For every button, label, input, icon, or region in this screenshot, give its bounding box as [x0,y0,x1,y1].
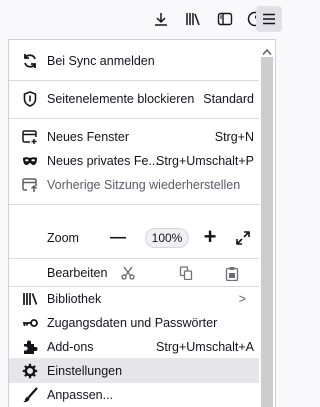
browser-toolbar [0,0,284,40]
menu-item-label: Seitenelemente blockieren [47,91,195,106]
library-icon [22,291,38,307]
separator [9,118,260,119]
sidebar-icon[interactable] [212,6,238,32]
menu-item-label: Bibliothek [47,291,102,306]
edit-label: Bearbeiten [47,265,108,280]
private-mask-icon [22,153,38,169]
restore-session-icon [22,177,38,193]
shield-icon [22,90,38,107]
app-menu-panel: Bei Sync anmelden Seitenelemente blockie… [8,39,276,407]
menu-item-label: Vorherige Sitzung wiederherstellen [47,177,241,192]
menu-item-label: Neues privates Fe... [47,153,159,168]
menu-item-customize[interactable]: Anpassen... [9,382,260,407]
menu-item-label: Bei Sync anmelden [47,53,155,68]
scroll-up-arrow-icon[interactable] [262,45,272,55]
separator [9,204,260,205]
puzzle-icon [22,339,38,355]
menu-item-label: Zugangsdaten und Passwörter [47,315,218,330]
menu-item-new-window[interactable]: Neues Fenster Strg+N [9,124,260,149]
cut-icon[interactable] [119,264,137,282]
shortcut-text: Strg+N [214,129,254,144]
menu-item-settings[interactable]: Einstellungen [9,358,260,383]
fullscreen-icon[interactable] [233,228,253,248]
menu-item-sync[interactable]: Bei Sync anmelden [9,48,260,73]
menu-item-label: Neues Fenster [47,129,129,144]
menu-scrollbar[interactable] [259,40,275,407]
menu-item-library[interactable]: Bibliothek > [9,286,260,311]
menu-item-addons[interactable]: Add-ons Strg+Umschalt+A [9,334,260,359]
chevron-right-icon: > [238,291,246,306]
zoom-reset-button[interactable]: 100% [145,228,189,248]
shortcut-text: Strg+Umschalt+P [156,153,254,168]
scrollbar-thumb[interactable] [261,57,273,407]
download-icon[interactable] [148,6,174,32]
zoom-row: Zoom [9,225,260,250]
blocking-level-value: Standard [203,91,254,106]
menu-item-private-window[interactable]: Neues privates Fe... Strg+Umschalt+P [9,148,260,173]
paste-icon[interactable] [223,264,241,282]
sync-icon [22,53,38,69]
separator [9,80,260,81]
brush-icon [22,386,38,403]
copy-icon[interactable] [177,264,195,282]
key-icon [22,315,38,331]
separator [9,258,260,259]
menu-item-label: Einstellungen [47,363,123,378]
shortcut-text: Strg+Umschalt+A [156,339,254,354]
menu-item-label: Anpassen... [47,387,114,402]
menu-item-label: Add-ons [47,339,94,354]
hamburger-menu-icon[interactable] [256,6,282,32]
zoom-in-button[interactable]: + [199,224,221,249]
gear-icon [22,363,38,379]
menu-item-block-elements[interactable]: Seitenelemente blockieren Standard [9,86,260,111]
menu-item-passwords[interactable]: Zugangsdaten und Passwörter [9,310,260,335]
new-window-icon [22,129,38,145]
zoom-label: Zoom [47,230,79,245]
library-icon[interactable] [180,6,206,32]
menu-item-restore-session[interactable]: Vorherige Sitzung wiederherstellen [9,172,260,197]
zoom-out-button[interactable]: — [107,226,129,250]
